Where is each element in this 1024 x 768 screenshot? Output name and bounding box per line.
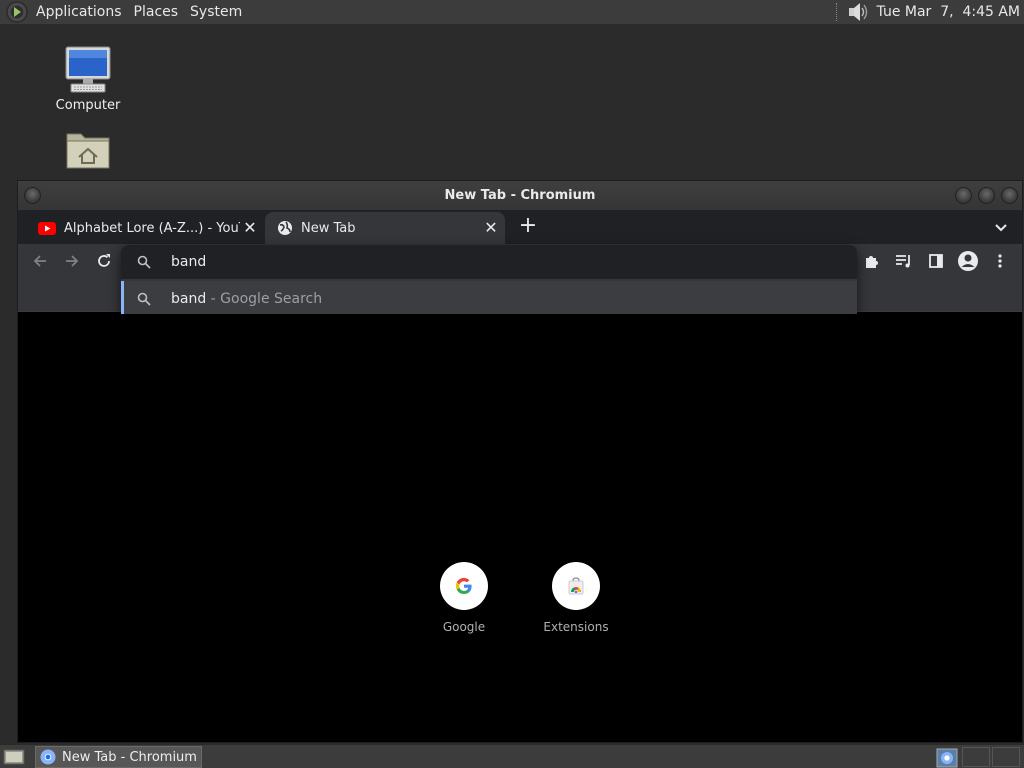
side-panel-icon: [929, 254, 943, 268]
avatar-icon: [958, 251, 978, 271]
chromium-icon: [40, 749, 56, 765]
menu-button[interactable]: [988, 249, 1012, 273]
tab-title: New Tab: [301, 220, 356, 236]
home-folder-icon: [66, 133, 110, 169]
workspace-switcher-icon[interactable]: [936, 748, 958, 768]
shortcut-extensions[interactable]: Extensions: [526, 562, 626, 634]
tab-youtube[interactable]: Alphabet Lore (A-Z...) - YouTube ✕: [26, 212, 264, 244]
omnibox-popup: band band - Google Search: [121, 245, 857, 325]
media-controls-button[interactable]: [892, 249, 916, 273]
tab-strip: Alphabet Lore (A-Z...) - YouTube ✕ New T…: [18, 210, 1022, 244]
search-icon: [137, 292, 151, 306]
computer-icon: [65, 46, 111, 93]
suggestion-query: band: [171, 291, 207, 307]
desktop-icon-home[interactable]: [43, 128, 133, 170]
search-icon: [137, 255, 151, 269]
top-panel: Applications Places System Tue Mar 7, 4:…: [0, 0, 1024, 25]
extensions-button[interactable]: [860, 249, 884, 273]
window-menu-button[interactable]: [24, 187, 41, 204]
side-panel-button[interactable]: [924, 249, 948, 273]
maximize-button[interactable]: [978, 187, 995, 204]
window-titlebar[interactable]: New Tab - Chromium: [18, 181, 1022, 210]
reload-icon: [98, 254, 110, 267]
queue-music-icon: [896, 255, 910, 268]
back-button[interactable]: [28, 249, 52, 273]
forward-button[interactable]: [60, 249, 84, 273]
system-menu[interactable]: System: [184, 0, 248, 25]
google-icon: [455, 577, 472, 595]
volume-icon[interactable]: [847, 2, 869, 22]
youtube-icon: [38, 221, 56, 235]
chevron-down-icon[interactable]: [992, 218, 1010, 236]
suggestion-suffix: - Google Search: [206, 291, 323, 307]
close-tab-icon[interactable]: ✕: [481, 218, 501, 238]
new-tab-button[interactable]: +: [516, 215, 540, 239]
address-bar[interactable]: band: [121, 245, 857, 279]
distro-logo-icon[interactable]: [6, 1, 28, 23]
applications-menu[interactable]: Applications: [30, 0, 128, 25]
workspace-2[interactable]: [962, 747, 990, 767]
taskbar-item-chromium[interactable]: New Tab - Chromium: [35, 746, 202, 768]
window-title: New Tab - Chromium: [444, 188, 596, 203]
workspace-3[interactable]: [992, 747, 1020, 767]
globe-icon: [278, 221, 292, 235]
arrow-left-icon: [33, 255, 46, 267]
shortcut-icon-circle: [552, 562, 600, 610]
omnibox-suggestion[interactable]: band - Google Search: [121, 281, 857, 317]
tab-title: Alphabet Lore (A-Z...) - YouTube: [64, 220, 240, 236]
minimize-button[interactable]: [955, 187, 972, 204]
arrow-right-icon: [66, 255, 79, 267]
shortcut-google[interactable]: Google: [414, 562, 514, 634]
profile-button[interactable]: [956, 249, 980, 273]
close-window-button[interactable]: [1001, 187, 1018, 204]
puzzle-piece-icon: [866, 256, 878, 268]
places-menu[interactable]: Places: [128, 0, 185, 25]
kebab-menu-icon: [998, 254, 1002, 268]
clock[interactable]: Tue Mar 7, 4:45 AM: [877, 4, 1020, 20]
desktop-icon-computer[interactable]: Computer: [43, 46, 133, 113]
address-input-value: band: [171, 254, 207, 270]
menu-bar: Applications Places System: [0, 0, 248, 25]
panel-separator: [835, 3, 839, 21]
shortcut-label: Google: [442, 620, 486, 634]
browser-window: New Tab - Chromium Alphabet Lore (A-Z...…: [17, 180, 1023, 743]
bottom-panel: New Tab - Chromium: [0, 744, 1024, 768]
new-tab-page: Google Extensions: [18, 314, 1022, 742]
shortcut-label: Extensions: [543, 620, 609, 634]
shortcut-icon-circle: [440, 562, 488, 610]
reload-button[interactable]: [92, 249, 116, 273]
tab-new-tab[interactable]: New Tab ✕: [265, 212, 505, 244]
chrome-web-store-icon: [568, 577, 584, 595]
desktop-icon-label: Computer: [55, 98, 121, 113]
show-desktop-icon[interactable]: [3, 747, 25, 767]
close-tab-icon[interactable]: ✕: [240, 218, 260, 238]
taskbar-item-label: New Tab - Chromium: [62, 749, 197, 765]
